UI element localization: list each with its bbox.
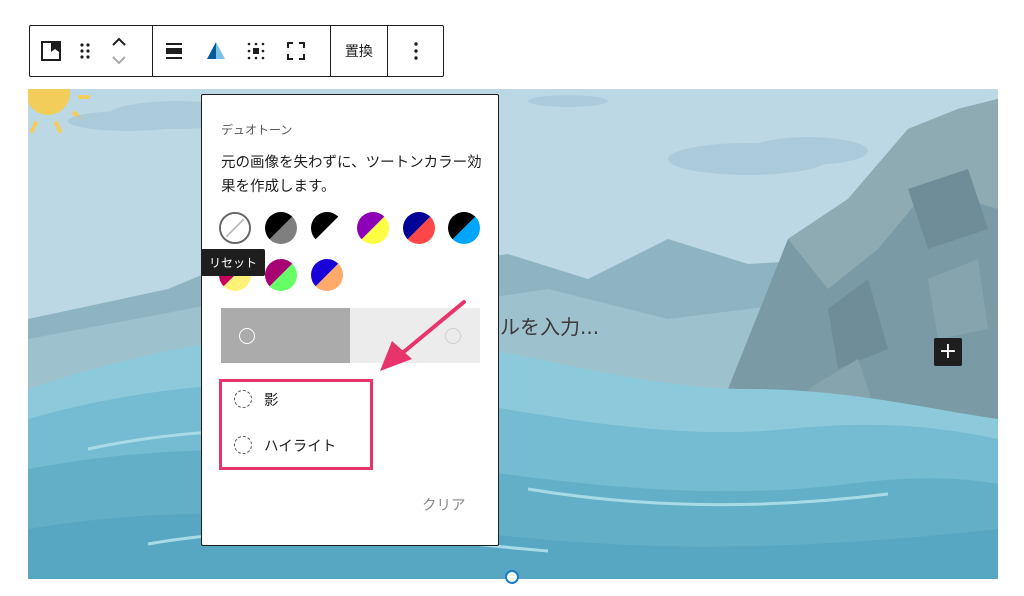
clear-button[interactable]: クリア <box>422 494 466 515</box>
swatch-reset[interactable] <box>219 212 251 244</box>
toolbar-group-replace: 置換 <box>331 26 389 76</box>
cover-title-placeholder[interactable]: ルを入力... <box>500 311 599 340</box>
annotation-highlight-box <box>219 379 373 470</box>
swatch-grayscale[interactable] <box>311 212 343 244</box>
more-options-icon[interactable] <box>399 31 433 71</box>
cover-image[interactable]: ルを入力... + <box>28 89 998 579</box>
resize-handle[interactable] <box>505 570 519 584</box>
swatch-midnight[interactable] <box>448 212 480 244</box>
drag-handle-icon[interactable] <box>68 31 102 71</box>
block-toolbar: 置換 <box>29 25 444 77</box>
fullscreen-icon[interactable] <box>279 31 313 71</box>
toolbar-group-block <box>30 26 154 76</box>
duotone-title: デュオトーン <box>221 123 293 137</box>
toolbar-group-more <box>388 26 443 76</box>
plus-icon: + <box>938 339 958 364</box>
reset-tooltip: リセット <box>201 249 266 276</box>
align-icon[interactable] <box>157 31 191 71</box>
duotone-popover: デュオトーン 元の画像を失わずに、ツートンカラー効果を作成します。 リセット 影… <box>201 94 499 546</box>
swatch-blue-red[interactable] <box>403 212 435 244</box>
focal-point-icon[interactable] <box>239 31 273 71</box>
move-up-down-icon[interactable] <box>102 31 136 71</box>
add-block-button[interactable]: + <box>934 338 962 366</box>
swatch-blue-orange[interactable] <box>311 259 343 291</box>
swatch-dark-grayscale[interactable] <box>265 212 297 244</box>
swatch-purple-yellow[interactable] <box>357 212 389 244</box>
duotone-gradient-bar[interactable] <box>221 308 480 363</box>
image-block-icon[interactable] <box>34 31 68 71</box>
duotone-filter-icon[interactable] <box>199 31 233 71</box>
replace-button[interactable]: 置換 <box>335 31 383 71</box>
toolbar-group-tools <box>153 26 331 76</box>
shadow-handle[interactable] <box>239 328 255 344</box>
highlight-handle[interactable] <box>445 328 461 344</box>
swatch-purple-green[interactable] <box>265 259 297 291</box>
duotone-description: 元の画像を失わずに、ツートンカラー効果を作成します。 <box>221 155 482 195</box>
